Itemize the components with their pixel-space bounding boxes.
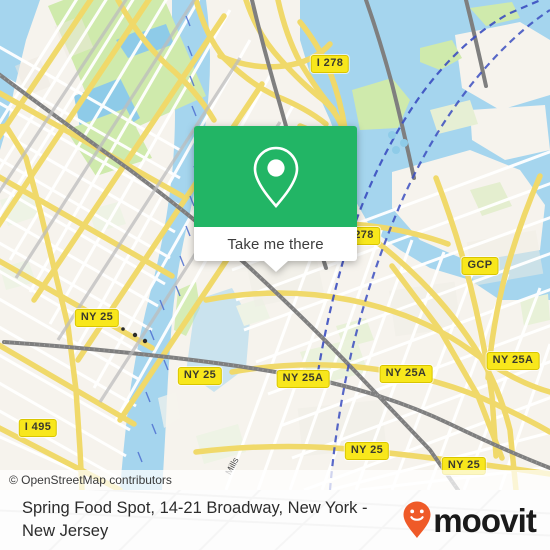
popup-footer[interactable]: Take me there <box>194 227 357 272</box>
shield-ny-25a-a[interactable]: NY 25A <box>276 370 330 388</box>
map-canvas[interactable]: I 278 278 GCP NY 25 NY 25 NY 25A NY 25A … <box>0 0 550 490</box>
popup-header <box>194 126 357 227</box>
moovit-map-share-card: I 278 278 GCP NY 25 NY 25 NY 25A NY 25A … <box>0 0 550 550</box>
popup-tail-pointer <box>263 261 288 272</box>
shield-ny-25-b[interactable]: NY 25 <box>177 367 223 385</box>
attribution-bar: © OpenStreetMap contributors <box>0 470 550 490</box>
take-me-there-label: Take me there <box>227 235 324 253</box>
moovit-smiley-pin-icon <box>403 501 431 538</box>
moovit-logo[interactable]: moovit <box>402 500 550 540</box>
shield-ny-25a-c[interactable]: NY 25A <box>486 352 540 370</box>
shield-ny-25a-b[interactable]: NY 25A <box>379 365 433 383</box>
moovit-wordmark: moovit <box>433 501 537 539</box>
attribution-text[interactable]: © OpenStreetMap contributors <box>0 473 172 487</box>
shield-i-495[interactable]: I 495 <box>18 419 58 437</box>
shield-gcp[interactable]: GCP <box>461 257 499 275</box>
shield-i-278[interactable]: I 278 <box>310 55 350 73</box>
place-popup[interactable]: Take me there <box>194 126 357 272</box>
caption-bar: Spring Food Spot, 14-21 Broadway, New Yo… <box>0 490 550 550</box>
shield-ny-25-c[interactable]: NY 25 <box>344 442 390 460</box>
shield-ny-25-a[interactable]: NY 25 <box>74 309 120 327</box>
location-pin-icon <box>253 146 298 208</box>
place-caption: Spring Food Spot, 14-21 Broadway, New Yo… <box>22 499 368 540</box>
